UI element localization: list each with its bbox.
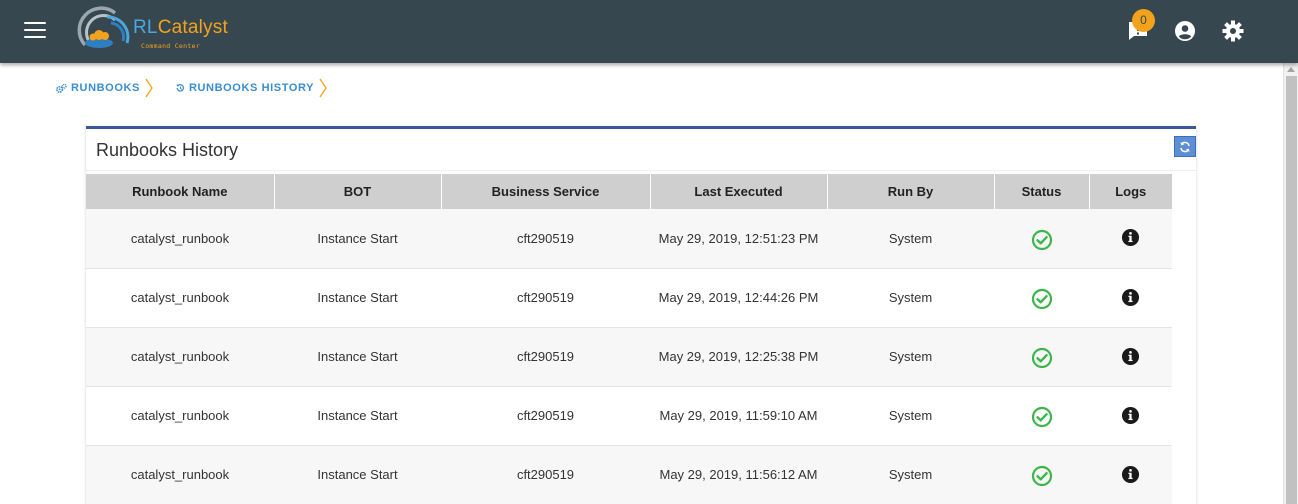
refresh-icon (1180, 141, 1190, 152)
run-by-cell: System (827, 268, 994, 328)
run-by-cell: System (827, 327, 994, 387)
info-icon[interactable] (1121, 406, 1140, 425)
bot-cell: Instance Start (274, 386, 441, 446)
history-icon (176, 83, 184, 92)
info-icon[interactable] (1121, 288, 1140, 307)
breadcrumb-runbooks-history[interactable]: RUNBOOKS HISTORY (175, 82, 314, 94)
success-check-icon (1031, 347, 1052, 369)
chevron-right-icon (145, 78, 153, 98)
logo-subtitle: Command Center (141, 42, 200, 50)
info-icon[interactable] (1121, 228, 1140, 247)
success-check-icon (1031, 288, 1052, 310)
success-check-icon (1031, 406, 1052, 428)
logs-cell (1089, 327, 1172, 387)
refresh-button[interactable] (1174, 136, 1196, 157)
logs-cell (1089, 445, 1172, 504)
cogs-icon (56, 83, 67, 93)
scroll-thumb[interactable] (1286, 76, 1297, 504)
bot-cell: Instance Start (274, 327, 441, 387)
runbook-name-cell: catalyst_runbook (86, 268, 274, 328)
status-cell (994, 327, 1089, 387)
logs-cell (1089, 386, 1172, 446)
status-cell (994, 386, 1089, 446)
breadcrumb: RUNBOOKS RUNBOOKS HISTORY (56, 78, 349, 98)
run-by-cell: System (827, 445, 994, 504)
table-row[interactable]: catalyst_runbook Instance Start cft290519 M… (86, 327, 1172, 387)
runbook-name-cell: catalyst_runbook (86, 445, 274, 504)
table-row[interactable]: catalyst_runbook Instance Start cft290519 M… (86, 386, 1172, 446)
last-executed-cell: May 29, 2019, 11:56:12 AM (650, 445, 827, 504)
runbooks-history-table: Runbook Name BOT Business Service Last E… (86, 174, 1172, 504)
page-scrollbar[interactable] (1283, 63, 1298, 504)
scroll-up-arrow-icon[interactable] (1287, 67, 1295, 72)
bot-cell: Instance Start (274, 268, 441, 328)
last-executed-cell: May 29, 2019, 11:59:10 AM (650, 386, 827, 446)
table-row[interactable]: catalyst_runbook Instance Start cft290519 M… (86, 445, 1172, 504)
run-by-cell: System (827, 209, 994, 269)
settings-icon[interactable] (1221, 19, 1245, 43)
table-row[interactable]: catalyst_runbook Instance Start cft290519 M… (86, 268, 1172, 328)
business-service-cell: cft290519 (441, 445, 650, 504)
breadcrumb-label: RUNBOOKS HISTORY (188, 82, 315, 94)
notification-count-badge: 0 (1132, 9, 1155, 32)
status-cell (994, 268, 1089, 328)
last-executed-cell: May 29, 2019, 12:51:23 PM (650, 209, 827, 269)
status-cell (994, 209, 1089, 269)
breadcrumb-label: RUNBOOKS (71, 82, 140, 94)
success-check-icon (1031, 229, 1052, 250)
logo-text: RLCatalyst (133, 17, 228, 38)
rlcatalyst-logo[interactable]: RLCatalyst Command Center (77, 5, 228, 57)
business-service-cell: cft290519 (441, 327, 650, 387)
card-title: Runbooks History (96, 140, 239, 160)
column-header-status[interactable]: Status (994, 174, 1090, 209)
column-header-run-by[interactable]: Run By (827, 174, 995, 209)
top-app-bar: RLCatalyst Command Center 0 (0, 0, 1298, 63)
last-executed-cell: May 29, 2019, 12:44:26 PM (650, 268, 827, 328)
table-row[interactable]: catalyst_runbook Instance Start cft290519 M… (86, 209, 1172, 269)
account-icon[interactable] (1173, 19, 1197, 43)
last-executed-cell: May 29, 2019, 12:25:38 PM (650, 327, 827, 387)
menu-icon[interactable] (24, 22, 46, 40)
bot-cell: Instance Start (274, 445, 441, 504)
business-service-cell: cft290519 (441, 268, 650, 328)
info-icon[interactable] (1121, 465, 1140, 484)
business-service-cell: cft290519 (441, 209, 650, 269)
column-header-logs[interactable]: Logs (1089, 174, 1172, 209)
logs-cell (1089, 268, 1172, 328)
column-header-runbook-name[interactable]: Runbook Name (86, 174, 275, 209)
success-check-icon (1031, 465, 1052, 487)
column-header-business-service[interactable]: Business Service (441, 174, 651, 209)
runbook-name-cell: catalyst_runbook (86, 209, 274, 269)
info-icon[interactable] (1121, 347, 1140, 366)
column-header-last-executed[interactable]: Last Executed (650, 174, 828, 209)
status-cell (994, 445, 1089, 504)
runbook-name-cell: catalyst_runbook (86, 386, 274, 446)
table-header-row: Runbook Name BOT Business Service Last E… (86, 174, 1172, 209)
card-divider (86, 170, 1196, 171)
column-header-bot[interactable]: BOT (274, 174, 442, 209)
bot-cell: Instance Start (274, 209, 441, 269)
business-service-cell: cft290519 (441, 386, 650, 446)
chevron-right-icon (319, 78, 327, 98)
breadcrumb-runbooks[interactable]: RUNBOOKS (56, 82, 140, 94)
run-by-cell: System (827, 386, 994, 446)
runbook-name-cell: catalyst_runbook (86, 327, 274, 387)
logs-cell (1089, 209, 1172, 269)
runbooks-history-card: Runbooks History Runbook Name BOT Busine… (86, 126, 1196, 504)
